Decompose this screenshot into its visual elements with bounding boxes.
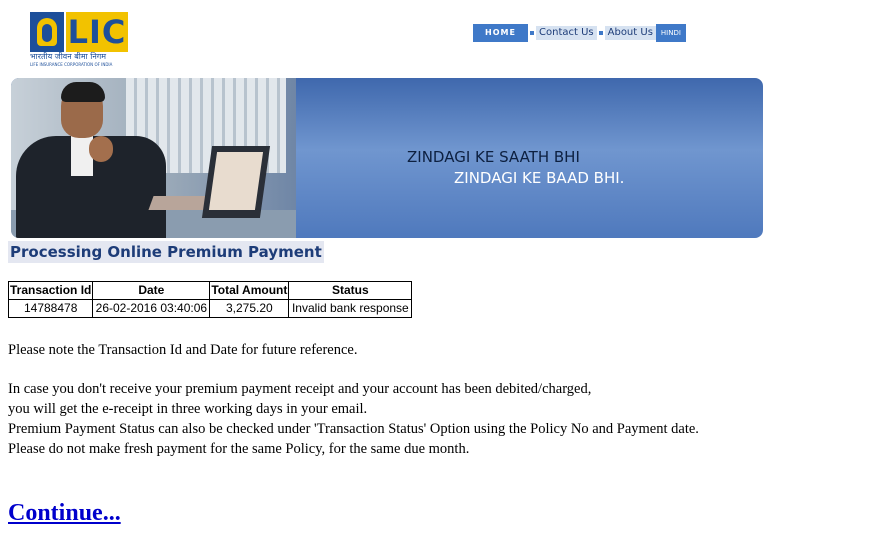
nav-about-link[interactable]: About Us: [604, 26, 656, 40]
nav-separator: [598, 31, 603, 35]
logo-english-name: LIFE INSURANCE CORPORATION OF INDIA: [30, 62, 113, 67]
info-line-4: Please do not make fresh payment for the…: [8, 441, 470, 457]
header-date: Date: [92, 281, 211, 300]
cell-total-amount: 3,275.20: [209, 299, 290, 318]
info-line-2: you will get the e-receipt in three work…: [8, 401, 368, 417]
table-row: 14788478 26-02-2016 03:40:06 3,275.20 In…: [7, 299, 413, 318]
info-line-1: In case you don't receive your premium p…: [8, 381, 592, 397]
hero-banner: ZINDAGI KE SAATH BHI ZINDAGI KE BAAD BHI…: [11, 78, 763, 238]
cell-transaction-id: 14788478: [7, 299, 94, 318]
header-status: Status: [288, 281, 413, 300]
banner-tagline-line1: ZINDAGI KE SAATH BHI: [407, 148, 580, 166]
cell-status: Invalid bank response: [288, 299, 413, 318]
nav-hindi-button[interactable]: HINDI: [655, 24, 686, 42]
header-transaction-id: Transaction Id: [7, 281, 94, 300]
banner-tagline-line2: ZINDAGI KE BAAD BHI.: [454, 169, 625, 187]
transaction-table: Transaction Id Date Total Amount Status …: [7, 281, 413, 318]
lic-logo: LIC भारतीय जीवन बीमा निगम LIFE INSURANCE…: [30, 12, 130, 67]
logo-hindi-name: भारतीय जीवन बीमा निगम: [30, 52, 107, 61]
nav-separator: [530, 31, 534, 35]
continue-link[interactable]: Continue...: [8, 498, 121, 528]
table-header-row: Transaction Id Date Total Amount Status: [7, 281, 413, 300]
nav-home-button[interactable]: HOME: [473, 24, 528, 42]
reference-note: Please note the Transaction Id and Date …: [8, 342, 358, 358]
cell-date: 26-02-2016 03:40:06: [92, 299, 211, 318]
nav-contact-link[interactable]: Contact Us: [536, 26, 597, 40]
logo-word: LIC: [66, 12, 128, 52]
header-total-amount: Total Amount: [209, 281, 290, 300]
page-title: Processing Online Premium Payment: [8, 241, 324, 263]
lic-emblem-icon: [30, 12, 64, 52]
info-line-3: Premium Payment Status can also be check…: [8, 421, 699, 437]
top-nav: HOME Contact Us About Us HINDI: [473, 24, 686, 42]
